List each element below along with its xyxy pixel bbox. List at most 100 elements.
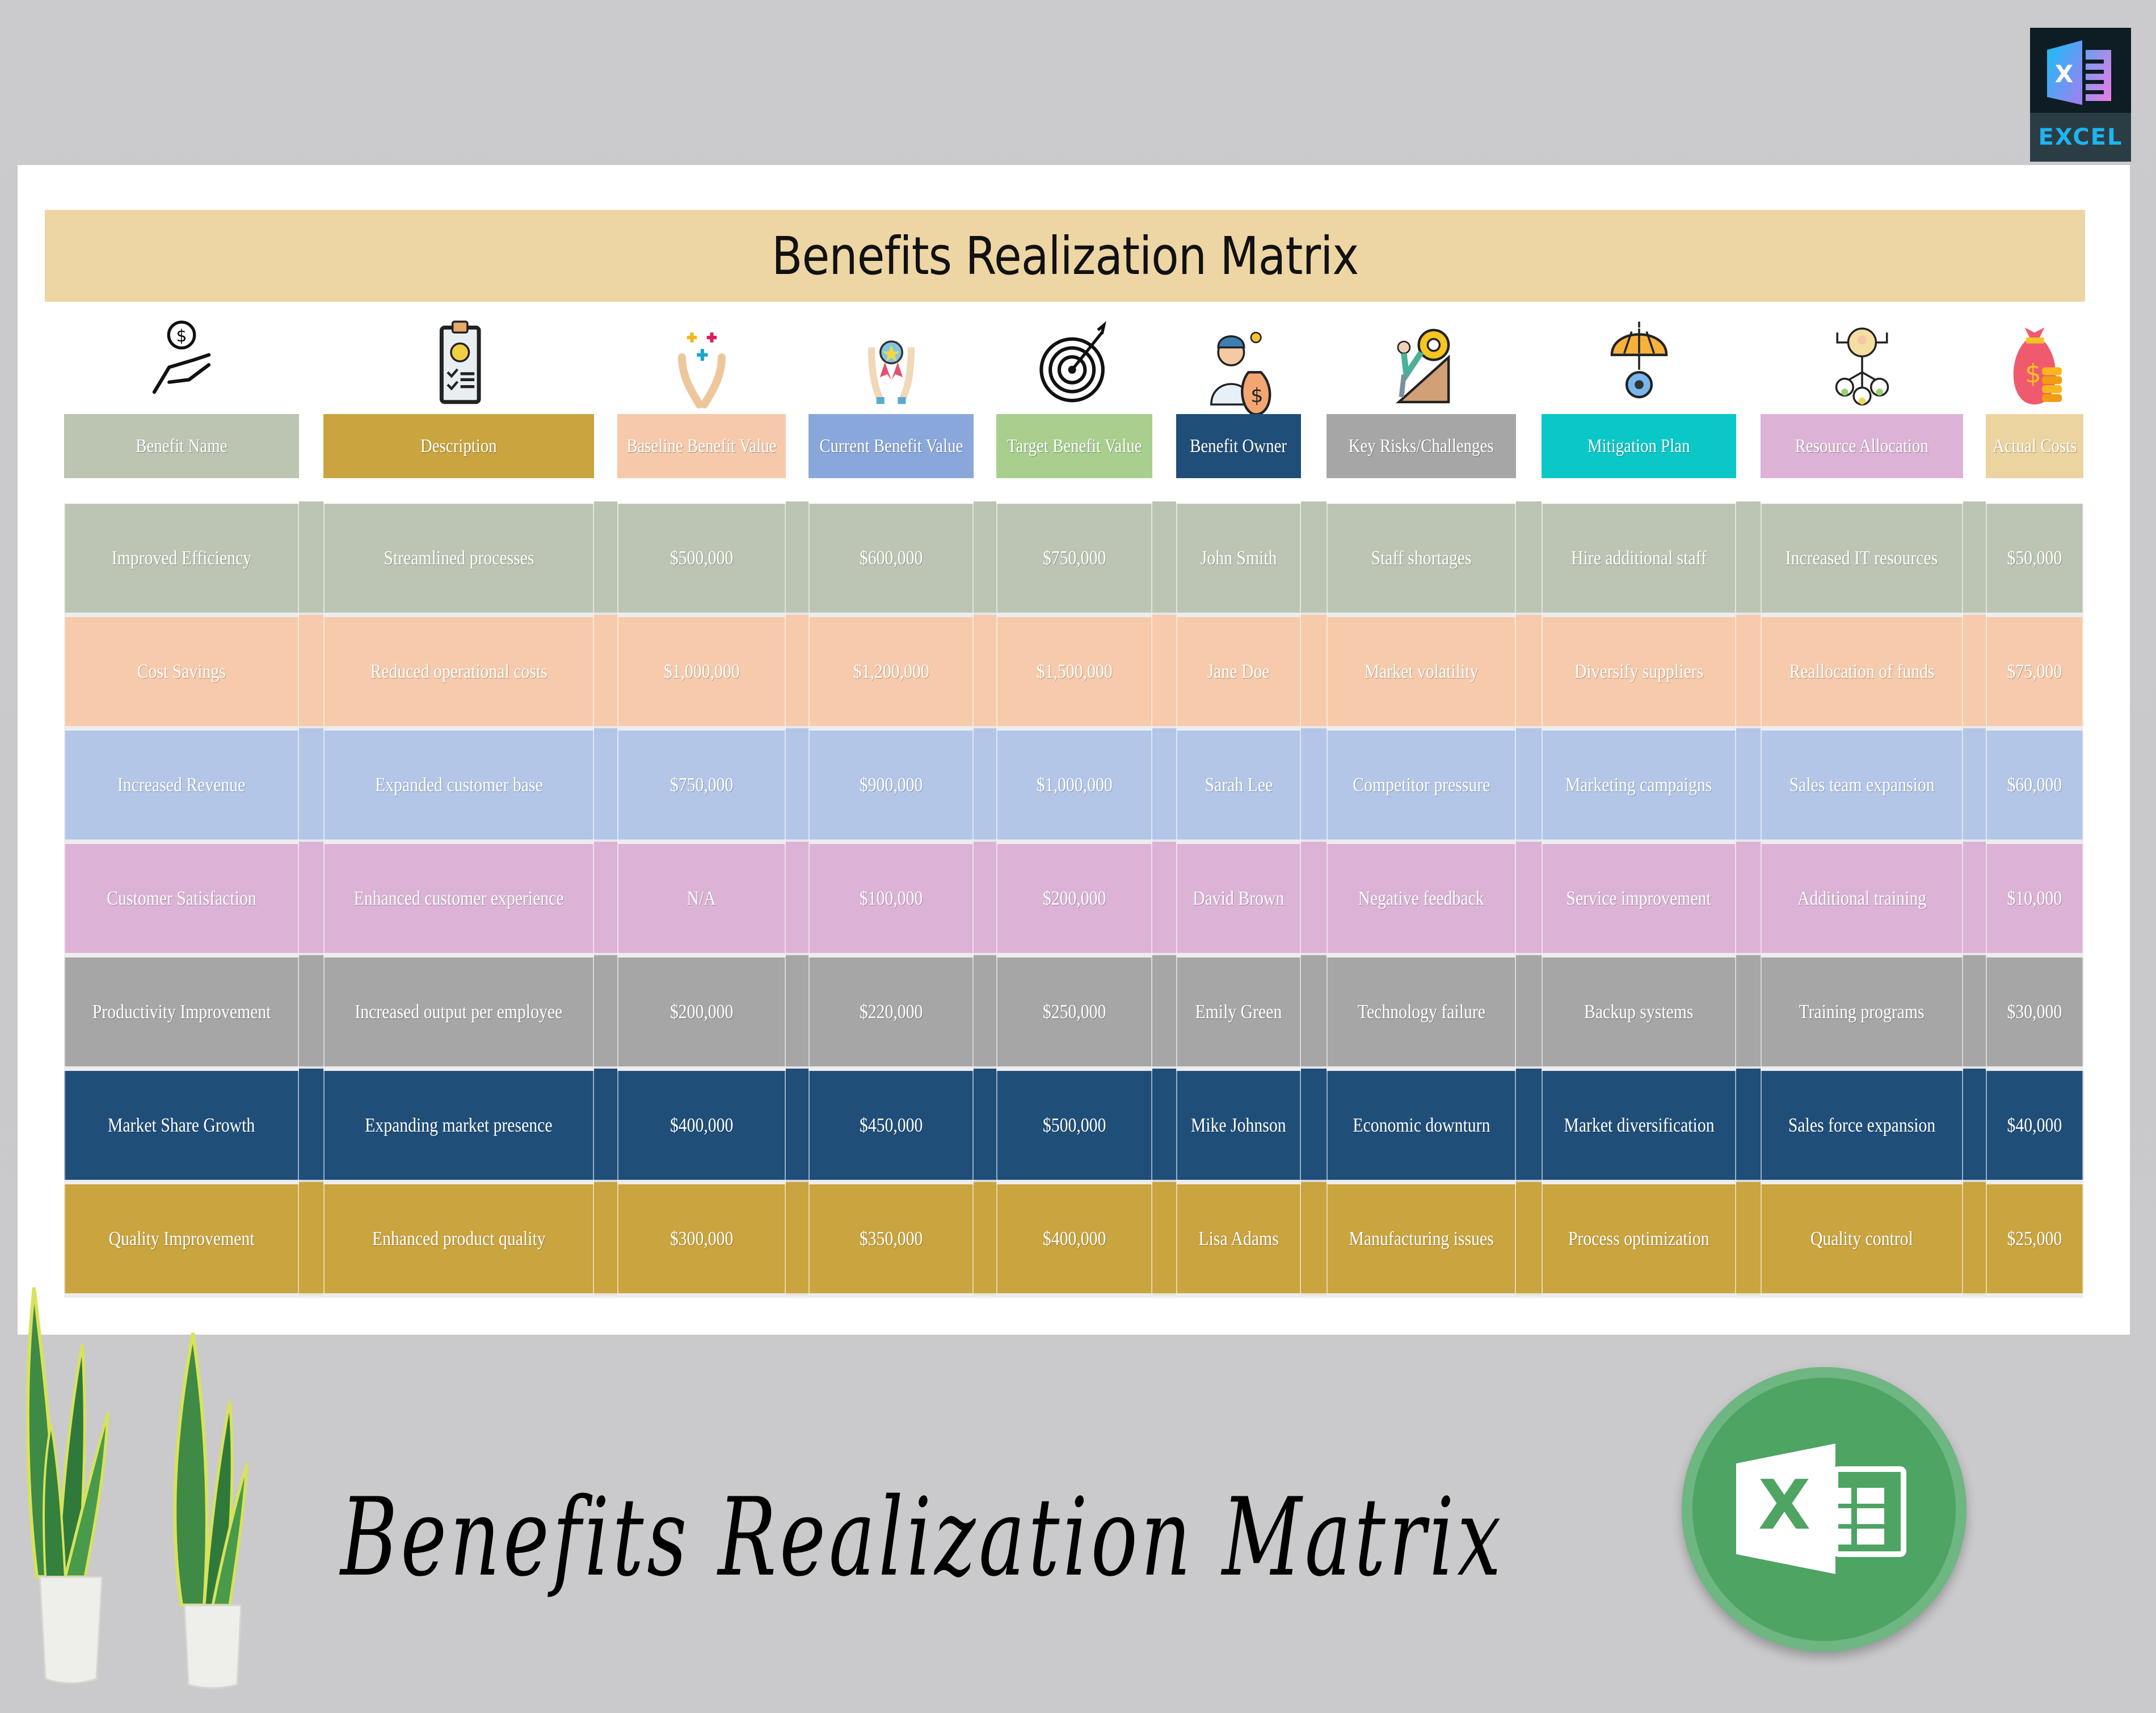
table-cell[interactable]: Quality control — [1761, 1184, 1963, 1293]
column-header[interactable]: Mitigation Plan — [1542, 414, 1736, 478]
table-cell[interactable]: Service improvement — [1542, 844, 1736, 953]
table-cell[interactable]: $60,000 — [1986, 731, 2083, 839]
column-spacer — [299, 615, 323, 728]
table-cell[interactable]: Negative feedback — [1327, 844, 1516, 953]
table-cell[interactable]: Technology failure — [1327, 957, 1516, 1066]
table-cell[interactable]: $400,000 — [617, 1071, 786, 1180]
column-header[interactable]: Benefit Owner — [1176, 414, 1301, 478]
cell-value: Lisa Adams — [1198, 1227, 1279, 1250]
table-cell[interactable]: Emily Green — [1176, 957, 1301, 1066]
table-cell[interactable]: Expanded customer base — [323, 731, 594, 839]
table-cell[interactable]: $200,000 — [617, 957, 786, 1066]
table-cell[interactable]: Reallocation of funds — [1761, 617, 1963, 726]
table-cell[interactable]: Enhanced product quality — [323, 1184, 594, 1293]
table-cell[interactable]: Cost Savings — [64, 617, 299, 726]
table-cell[interactable]: Training programs — [1761, 957, 1963, 1066]
table-cell[interactable]: Economic downturn — [1327, 1071, 1516, 1180]
column-header[interactable]: Description — [323, 414, 594, 478]
table-cell[interactable]: Customer Satisfaction — [64, 844, 299, 953]
table-cell[interactable]: Improved Efficiency — [64, 504, 299, 613]
table-cell[interactable]: Sarah Lee — [1176, 731, 1301, 839]
cell-value: $200,000 — [1042, 887, 1106, 909]
table-cell[interactable]: $25,000 — [1986, 1184, 2083, 1293]
cell-value: Competitor pressure — [1352, 774, 1490, 796]
table-cell[interactable]: John Smith — [1176, 504, 1301, 613]
table-cell[interactable]: Staff shortages — [1327, 504, 1516, 613]
table-cell[interactable]: Productivity Improvement — [64, 957, 299, 1066]
column-header[interactable]: Current Benefit Value — [809, 414, 974, 478]
table-cell[interactable]: $220,000 — [809, 957, 974, 1066]
column-header[interactable]: Resource Allocation — [1761, 414, 1963, 478]
table-cell[interactable]: $350,000 — [809, 1184, 974, 1293]
column-header[interactable]: Key Risks/Challenges — [1327, 414, 1516, 478]
table-cell[interactable]: $750,000 — [996, 504, 1152, 613]
table-cell[interactable]: Manufacturing issues — [1327, 1184, 1516, 1293]
table-cell[interactable]: Mike Johnson — [1176, 1071, 1301, 1180]
table-cell[interactable]: Market diversification — [1542, 1071, 1736, 1180]
cell-value: Market Share Growth — [108, 1114, 255, 1136]
cell-value: Market volatility — [1364, 660, 1479, 682]
table-cell[interactable]: $200,000 — [996, 844, 1152, 953]
cell-value: $750,000 — [669, 774, 734, 796]
clipboard-checklist-icon — [411, 318, 507, 417]
table-cell[interactable]: $300,000 — [617, 1184, 786, 1293]
table-cell[interactable]: $500,000 — [617, 504, 786, 613]
column-spacer — [1152, 728, 1176, 842]
column-spacer — [974, 1182, 996, 1296]
column-header[interactable]: Target Benefit Value — [996, 414, 1152, 478]
table-cell[interactable]: Marketing campaigns — [1542, 731, 1736, 839]
table-cell[interactable]: Market Share Growth — [64, 1071, 299, 1180]
table-cell[interactable]: $450,000 — [809, 1071, 974, 1180]
table-cell[interactable]: Lisa Adams — [1176, 1184, 1301, 1293]
hand-coin-icon: $ — [133, 318, 230, 417]
table-cell[interactable]: David Brown — [1176, 844, 1301, 953]
table-cell[interactable]: $750,000 — [617, 731, 786, 839]
table-cell[interactable]: $500,000 — [996, 1071, 1152, 1180]
table-cell[interactable]: $40,000 — [1986, 1071, 2083, 1180]
table-cell[interactable]: $600,000 — [809, 504, 974, 613]
table-cell[interactable]: Enhanced customer experience — [323, 844, 594, 953]
table-cell[interactable]: Backup systems — [1542, 957, 1736, 1066]
table-cell[interactable]: $100,000 — [809, 844, 974, 953]
table-cell[interactable]: $30,000 — [1986, 957, 2083, 1066]
table-cell[interactable]: Process optimization — [1542, 1184, 1736, 1293]
table-cell[interactable]: Streamlined processes — [323, 504, 594, 613]
table-cell[interactable]: Additional training — [1761, 844, 1963, 953]
table-cell[interactable]: Reduced operational costs — [323, 617, 594, 726]
cell-value: David Brown — [1193, 887, 1285, 909]
table-cell[interactable]: $250,000 — [996, 957, 1152, 1066]
table-cell[interactable]: $1,500,000 — [996, 617, 1152, 726]
table-cell[interactable]: N/A — [617, 844, 786, 953]
table-cell[interactable]: Jane Doe — [1176, 617, 1301, 726]
table-cell[interactable]: Sales team expansion — [1761, 731, 1963, 839]
hands-plus-icon — [654, 318, 750, 417]
table-cell[interactable]: $400,000 — [996, 1184, 1152, 1293]
table-cell[interactable]: Sales force expansion — [1761, 1071, 1963, 1180]
column-spacer — [786, 728, 809, 842]
cell-value: $450,000 — [859, 1114, 923, 1136]
table-cell[interactable]: Diversify suppliers — [1542, 617, 1736, 726]
column-header[interactable]: Benefit Name — [64, 414, 299, 478]
column-spacer — [974, 615, 996, 728]
table-cell[interactable]: $900,000 — [809, 731, 974, 839]
table-cell[interactable]: Increased output per employee — [323, 957, 594, 1066]
table-cell[interactable]: $10,000 — [1986, 844, 2083, 953]
column-header[interactable]: Actual Costs — [1986, 414, 2083, 478]
table-cell[interactable]: $50,000 — [1986, 504, 2083, 613]
table-cell[interactable]: $75,000 — [1986, 617, 2083, 726]
row-divider — [64, 953, 2083, 957]
potted-plants-image — [26, 1287, 249, 1689]
table-cell[interactable]: Increased Revenue — [64, 731, 299, 839]
table-cell[interactable]: Competitor pressure — [1327, 731, 1516, 839]
cell-value: $350,000 — [859, 1227, 923, 1250]
table-cell[interactable]: Hire additional staff — [1542, 504, 1736, 613]
column-spacer — [1963, 1069, 1986, 1182]
table-cell[interactable]: Expanding market presence — [323, 1071, 594, 1180]
table-cell[interactable]: Market volatility — [1327, 617, 1516, 726]
table-cell[interactable]: Quality Improvement — [64, 1184, 299, 1293]
table-cell[interactable]: $1,200,000 — [809, 617, 974, 726]
table-cell[interactable]: $1,000,000 — [617, 617, 786, 726]
table-cell[interactable]: $1,000,000 — [996, 731, 1152, 839]
column-header[interactable]: Baseline Benefit Value — [617, 414, 786, 478]
table-cell[interactable]: Increased IT resources — [1761, 504, 1963, 613]
